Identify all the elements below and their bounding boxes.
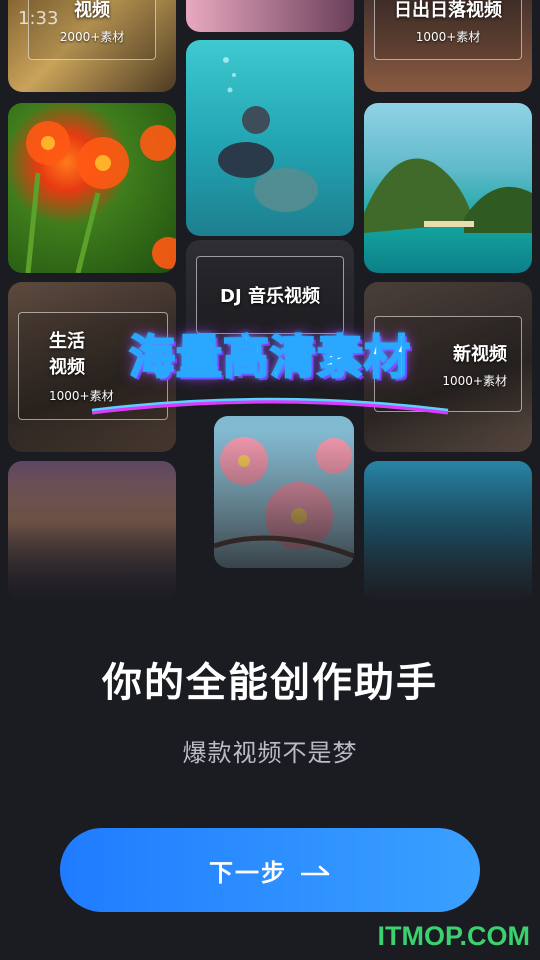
category-label: 日出日落视频: [394, 0, 502, 21]
status-time: 1:33: [18, 8, 59, 29]
watermark-text: ITMOP.COM: [377, 921, 530, 951]
banner-underline: [91, 397, 449, 415]
page-subtitle: 爆款视频不是梦: [182, 739, 358, 767]
island-image: [364, 158, 532, 233]
category-label: DJ 音乐视频: [220, 286, 320, 307]
collage-tile-sunrise: 日出日落视频 1000+素材: [364, 0, 532, 92]
category-count: 2000+素材: [59, 29, 125, 44]
collage-tile-flowers: [8, 103, 176, 273]
diver-image: [218, 57, 318, 212]
next-step-label: 下一步: [209, 858, 287, 887]
flower-image: [25, 121, 176, 273]
arrow-right-icon: [301, 865, 330, 876]
collage-banner: 海量高清素材: [128, 329, 411, 385]
category-count: 1000+素材: [415, 29, 481, 44]
category-label: 视频: [74, 0, 110, 21]
collage-fade: [0, 430, 540, 600]
page-title: 你的全能创作助手: [102, 660, 438, 706]
category-frame: 日出日落视频 1000+素材: [374, 0, 522, 60]
collage-tile-island: [364, 103, 532, 273]
next-step-button[interactable]: 下一步: [60, 828, 480, 912]
material-collage: 视频 2000+素材 生活视频 1000+素材 DJ 音乐视频 日出日落视频 1…: [0, 0, 540, 600]
collage-tile-diver: [186, 40, 354, 236]
collage-tile-top-middle: [186, 0, 354, 32]
